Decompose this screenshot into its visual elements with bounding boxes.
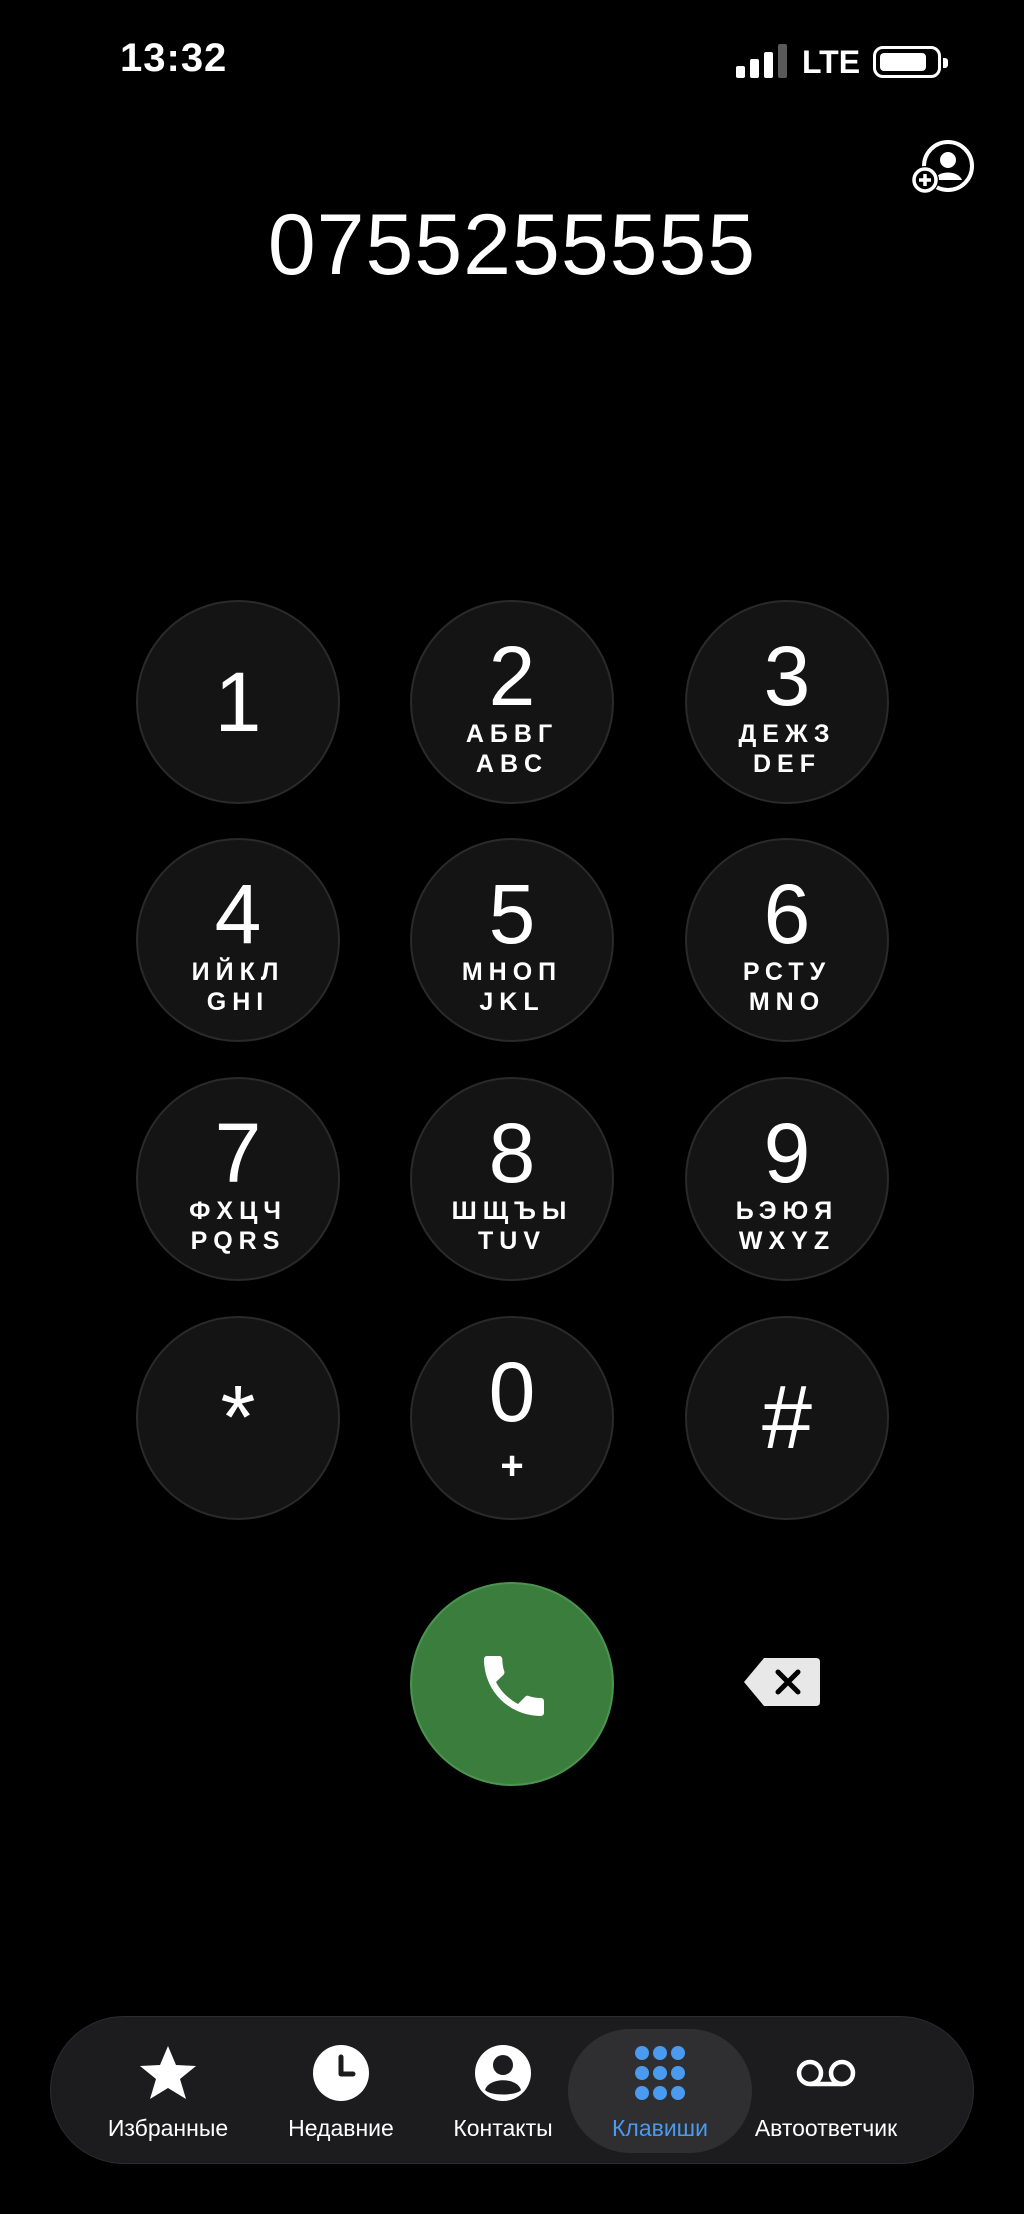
key-9[interactable]: 9 ЬЭЮЯ WXYZ xyxy=(685,1077,889,1281)
cellular-signal-icon xyxy=(736,44,792,78)
key-plus: + xyxy=(500,1444,524,1488)
tab-voicemail[interactable]: Автоответчик xyxy=(741,2017,911,2163)
key-8[interactable]: 8 ШЩЪЫ TUV xyxy=(410,1077,614,1281)
key-digit: 2 xyxy=(488,629,536,723)
key-digit: 9 xyxy=(763,1106,811,1200)
key-0[interactable]: 0 + xyxy=(410,1316,614,1520)
tab-keypad[interactable]: Клавиши xyxy=(575,2017,745,2163)
key-letters-latin: PQRS xyxy=(190,1227,286,1255)
key-letters-latin: ABC xyxy=(475,750,549,778)
key-digit: 7 xyxy=(214,1106,262,1200)
key-4[interactable]: 4 ИЙКЛ GHI xyxy=(136,838,340,1042)
person-circle-icon xyxy=(475,2045,531,2101)
key-letters-latin: DEF xyxy=(753,750,821,778)
key-digit: 8 xyxy=(488,1106,536,1200)
key-7[interactable]: 7 ФХЦЧ PQRS xyxy=(136,1077,340,1281)
key-digit: 1 xyxy=(214,655,262,749)
tab-favorites[interactable]: Избранные xyxy=(83,2017,253,2163)
tab-recents[interactable]: Недавние xyxy=(256,2017,426,2163)
key-symbol: * xyxy=(220,1368,256,1468)
key-letters-latin: GHI xyxy=(206,988,270,1016)
key-digit: 0 xyxy=(488,1345,536,1439)
status-bar: 13:32 LTE xyxy=(0,0,1024,120)
key-2[interactable]: 2 АБВГ ABC xyxy=(410,600,614,804)
key-letters-cyrillic: ДЕЖЗ xyxy=(738,720,836,748)
voicemail-icon xyxy=(796,2059,856,2087)
key-letters-cyrillic: ШЩЪЫ xyxy=(451,1197,573,1225)
key-letters-latin: MNO xyxy=(748,988,826,1016)
tab-label: Клавиши xyxy=(612,2115,708,2141)
key-hash[interactable]: # xyxy=(685,1316,889,1520)
delete-button[interactable] xyxy=(740,1654,824,1710)
key-letters-cyrillic: ФХЦЧ xyxy=(189,1197,287,1225)
add-contact-button[interactable] xyxy=(908,136,976,200)
key-letters-cyrillic: МНОП xyxy=(461,958,563,986)
key-6[interactable]: 6 РСТУ MNO xyxy=(685,838,889,1042)
key-3[interactable]: 3 ДЕЖЗ DEF xyxy=(685,600,889,804)
person-add-icon xyxy=(911,140,974,194)
key-star[interactable]: * xyxy=(136,1316,340,1520)
clock-icon xyxy=(313,2045,369,2101)
keypad-icon xyxy=(635,2046,685,2100)
key-5[interactable]: 5 МНОП JKL xyxy=(410,838,614,1042)
battery-icon xyxy=(873,46,948,78)
call-button[interactable] xyxy=(410,1582,614,1786)
key-digit: 5 xyxy=(488,867,536,961)
dialed-number: 0755255555 xyxy=(267,197,757,293)
tab-bar: Избранные Недавние Контакты Клавиши Авто… xyxy=(50,2016,974,2164)
key-1[interactable]: 1 xyxy=(136,600,340,804)
key-digit: 6 xyxy=(763,867,811,961)
tab-label: Автоответчик xyxy=(754,2115,898,2141)
key-letters-latin: JKL xyxy=(479,988,545,1016)
status-time: 13:32 xyxy=(120,36,228,80)
key-symbol: # xyxy=(761,1368,813,1468)
key-letters-cyrillic: ЬЭЮЯ xyxy=(735,1197,839,1225)
star-icon xyxy=(140,2046,196,2099)
tab-label: Избранные xyxy=(107,2115,229,2141)
key-letters-cyrillic: АБВГ xyxy=(465,720,559,748)
key-digit: 3 xyxy=(763,629,811,723)
key-letters-cyrillic: РСТУ xyxy=(742,958,832,986)
key-letters-cyrillic: ИЙКЛ xyxy=(191,958,285,986)
tab-contacts[interactable]: Контакты xyxy=(418,2017,588,2163)
key-letters-latin: WXYZ xyxy=(738,1227,836,1255)
backspace-icon xyxy=(744,1658,820,1706)
key-letters-latin: TUV xyxy=(478,1227,546,1255)
phone-icon xyxy=(484,1656,544,1716)
key-digit: 4 xyxy=(214,867,262,961)
network-type: LTE xyxy=(802,44,861,80)
